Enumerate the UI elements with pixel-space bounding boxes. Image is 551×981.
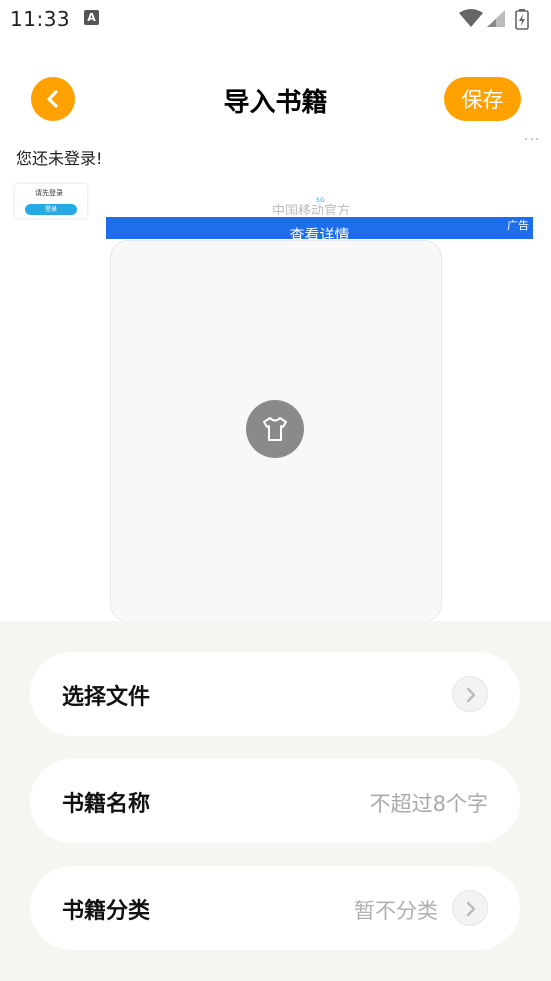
select-file-label: 选择文件 [62,685,151,710]
book-category-label: 书籍分类 [62,899,151,924]
status-icons [459,9,529,30]
cover-upload-button[interactable] [246,400,304,458]
ad-5g-badge: 5G [316,197,325,204]
book-name-row[interactable]: 书籍名称 不超过8个字 [30,759,520,843]
book-category-row[interactable]: 书籍分类 暂不分类 [30,866,520,950]
select-file-row[interactable]: 选择文件 [30,652,520,736]
battery-charging-icon [515,9,529,30]
ad-login-thumbnail[interactable]: 请先登录 登录 [15,184,87,218]
ad-banner[interactable]: 查看详情 广告 [106,217,533,239]
book-form: 选择文件 书籍名称 不超过8个字 书籍分类 暂不分类 [0,621,551,981]
ad-banner-text: 查看详情 [289,226,350,239]
book-name-field[interactable]: 不超过8个字 [370,788,488,818]
header: 导入书籍 保存 [0,70,551,130]
book-category-value: 暂不分类 [354,899,438,923]
ad-faded-text: 中国移动官方 [272,204,351,215]
status-time: 11:33 [10,7,71,31]
tshirt-icon [263,417,287,441]
login-notice: 您还未登录! [16,149,103,168]
book-cover-placeholder[interactable] [110,240,442,622]
more-options-icon[interactable]: ··· [524,132,540,148]
ad-label: 广告 [507,219,529,232]
ad-thumb-text: 请先登录 [35,189,63,197]
wifi-icon [459,9,483,27]
save-button[interactable]: 保存 [444,77,521,121]
a-icon: A [84,10,99,25]
chevron-right-icon [452,676,488,712]
book-name-label: 书籍名称 [62,792,151,817]
chevron-right-icon [452,890,488,926]
status-bar: 11:33 A [0,0,551,38]
ad-thumb-button: 登录 [25,204,77,215]
